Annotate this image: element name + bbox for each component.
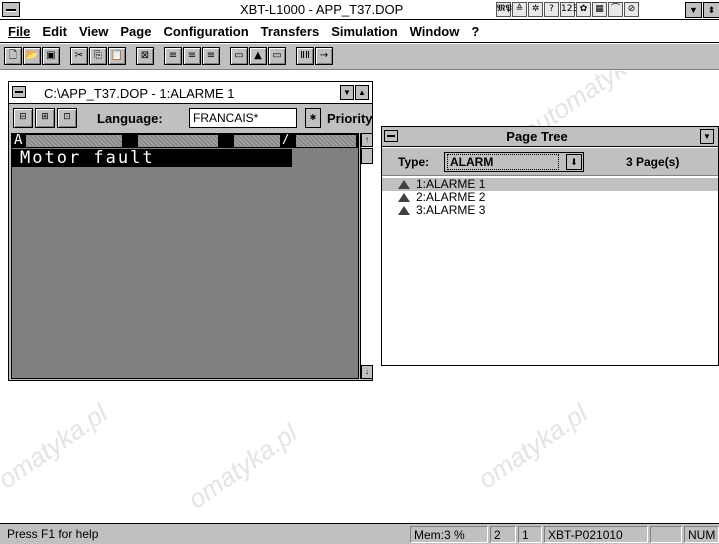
editor-vertical-scrollbar[interactable]: ↑ ↓ — [360, 133, 373, 379]
copy-icon[interactable]: ⎘ — [89, 47, 107, 65]
menu-configuration[interactable]: Configuration — [157, 24, 254, 39]
grid-field — [138, 135, 218, 147]
editor-slash-char: / — [282, 133, 290, 147]
status-num: NUM — [684, 526, 719, 543]
menu-transfers[interactable]: Transfers — [255, 24, 326, 39]
menu-file[interactable]: File — [2, 24, 36, 39]
menu-page[interactable]: Page — [114, 24, 157, 39]
page-tree-list: 1:ALARME 1 2:ALARME 2 3:ALARME 3 — [382, 178, 718, 217]
grid-icon[interactable]: ▦ — [592, 2, 607, 17]
title-icon-strip: 𝕸𝕻 ≙ ✲ ? 123 ✿ ▦ ⌒ ⊘ — [496, 2, 639, 17]
alarm-message-text[interactable]: Motor fault — [12, 149, 292, 167]
main-toolbar: 🗋 📂 ▣ ✂ ⎘ 📋 ⊠ ≡ ≡ ≡ ▭ ▲ ▭ ⅡⅡ → — [0, 44, 719, 70]
system-menu-button[interactable] — [2, 2, 20, 17]
tree-item-alarme-3[interactable]: 3:ALARME 3 — [382, 204, 718, 217]
menu-window[interactable]: Window — [404, 24, 466, 39]
editor-cursor-char: A — [14, 133, 23, 148]
restore-button[interactable]: ⬍ — [703, 2, 719, 18]
language-label: Language: — [97, 111, 163, 126]
priority-label: Priority — [327, 111, 373, 126]
status-help-text: Press F1 for help — [7, 527, 99, 541]
type-dropdown-value: ALARM — [447, 154, 559, 170]
page-tree-titlebar: Page Tree ▼ — [382, 127, 718, 147]
menu-simulation[interactable]: Simulation — [325, 24, 403, 39]
wp-icon[interactable]: 𝕸𝕻 — [496, 2, 512, 17]
align-center-icon[interactable]: ≡ — [183, 47, 201, 65]
tree-item-label: 2:ALARME 2 — [416, 190, 486, 204]
scroll-thumb[interactable] — [361, 148, 373, 164]
tree-minimize-button[interactable]: ▼ — [700, 129, 714, 144]
page-icon[interactable]: ▭ — [268, 47, 286, 65]
page-maximize-button[interactable]: ▲ — [355, 85, 369, 100]
tool-icon[interactable]: ⊘ — [624, 2, 639, 17]
field-icon[interactable]: ▭ — [230, 47, 248, 65]
delete-icon[interactable]: ⊠ — [136, 47, 154, 65]
curve-icon[interactable]: ⌒ — [608, 2, 623, 17]
page-tool-2-icon[interactable]: ⊞ — [35, 108, 55, 128]
alarm-page-icon — [398, 180, 410, 189]
language-spin-button[interactable]: ✱ — [305, 108, 321, 128]
paste-icon[interactable]: 📋 — [108, 47, 126, 65]
type-dropdown[interactable]: ALARM ⬇ — [444, 152, 584, 172]
page-tool-3-icon[interactable]: ⊡ — [57, 108, 77, 128]
page-tree-window: Page Tree ▼ Type: ALARM ⬇ 3 Page(s) 1:AL… — [381, 126, 719, 366]
align-right-icon[interactable]: ≡ — [202, 47, 220, 65]
flower-icon[interactable]: ✿ — [576, 2, 591, 17]
watermark: omatyka.pl — [0, 397, 113, 495]
page-tool-1-icon[interactable]: ⊟ — [13, 108, 33, 128]
save-icon[interactable]: ▣ — [42, 47, 60, 65]
page-tree-toolbar: Type: ALARM ⬇ 3 Page(s) — [382, 148, 718, 176]
align-left-icon[interactable]: ≡ — [164, 47, 182, 65]
chevron-down-icon[interactable]: ⬇ — [566, 154, 582, 170]
alarm-icon[interactable]: ▲ — [249, 47, 267, 65]
menu-bar: File Edit View Page Configuration Transf… — [0, 21, 719, 43]
pages-count: 3 Page(s) — [626, 155, 680, 169]
page-tree-title: Page Tree — [506, 129, 568, 144]
gear-icon[interactable]: ✲ — [528, 2, 543, 17]
menu-help[interactable]: ? — [465, 24, 485, 39]
page-toolbar: ⊟ ⊞ ⊡ Language: FRANCAIS* ✱ Priority — [9, 105, 373, 131]
title-bar: XBT-L1000 - APP_T37.DOP 𝕸𝕻 ≙ ✲ ? 123 ✿ ▦… — [0, 0, 719, 20]
abc-icon[interactable]: ⅡⅡ — [296, 47, 314, 65]
grid-field — [296, 135, 356, 147]
sigma-icon[interactable]: ≙ — [512, 2, 527, 17]
page-minimize-button[interactable]: ▼ — [340, 85, 354, 100]
language-field[interactable]: FRANCAIS* — [189, 108, 297, 128]
mdi-workspace: www.rgbautomatyka.pl omatyka.pl omatyka.… — [0, 71, 719, 523]
alarm-page-icon — [398, 206, 410, 215]
alarm-page-window: C:\APP_T37.DOP - 1:ALARME 1 ▼ ▲ ⊟ ⊞ ⊡ La… — [8, 81, 373, 381]
new-icon[interactable]: 🗋 — [4, 47, 22, 65]
minimize-button[interactable]: ▼ — [685, 2, 702, 18]
open-icon[interactable]: 📂 — [23, 47, 41, 65]
number-icon[interactable]: 123 — [560, 2, 578, 17]
grid-field — [26, 135, 122, 147]
alarm-page-icon — [398, 193, 410, 202]
page-window-titlebar: C:\APP_T37.DOP - 1:ALARME 1 ▼ ▲ — [9, 82, 372, 104]
status-field-1: 2 — [490, 526, 516, 543]
link-icon[interactable]: → — [315, 47, 333, 65]
page-window-title: C:\APP_T37.DOP - 1:ALARME 1 — [44, 86, 235, 101]
help-icon[interactable]: ? — [544, 2, 559, 17]
editor-line-1[interactable]: A / — [12, 133, 358, 148]
status-bar: Press F1 for help Mem:3 % 2 1 XBT-P02101… — [0, 523, 719, 544]
status-blank — [650, 526, 682, 543]
tree-item-label: 1:ALARME 1 — [416, 177, 486, 191]
status-memory: Mem:3 % — [410, 526, 488, 543]
window-title: XBT-L1000 - APP_T37.DOP — [240, 2, 404, 17]
grid-field — [234, 135, 280, 147]
scroll-up-icon[interactable]: ↑ — [361, 133, 373, 147]
type-label: Type: — [398, 155, 430, 169]
menu-view[interactable]: View — [73, 24, 114, 39]
watermark: omatyka.pl — [182, 417, 303, 515]
status-field-2: 1 — [518, 526, 542, 543]
cut-icon[interactable]: ✂ — [70, 47, 88, 65]
scroll-down-icon[interactable]: ↓ — [361, 365, 373, 379]
tree-item-label: 3:ALARME 3 — [416, 203, 486, 217]
watermark: omatyka.pl — [472, 397, 593, 495]
menu-edit[interactable]: Edit — [36, 24, 73, 39]
alarm-editor[interactable]: A / Motor fault — [11, 133, 359, 379]
status-terminal: XBT-P021010 — [544, 526, 648, 543]
page-system-menu-button[interactable] — [12, 86, 26, 98]
